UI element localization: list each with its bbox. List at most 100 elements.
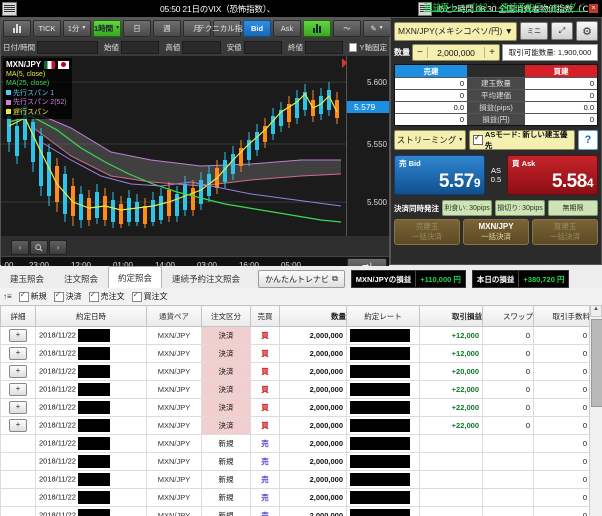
th-fee[interactable]: 取引手数料 (533, 305, 591, 327)
row-exec-date: 2018/11/22 (35, 416, 147, 435)
table-row[interactable]: +2018/11/22MXN/JPY決済買2,000,000+22,000002… (0, 398, 602, 417)
quantity-increase-button[interactable]: + (484, 47, 499, 58)
table-row[interactable]: +2018/11/22MXN/JPY決済買2,000,000+22,000002… (0, 416, 602, 435)
th-buy-sell[interactable]: 売買 (250, 305, 280, 327)
close-sell-positions-button[interactable]: 売建玉 一括決済 (394, 219, 460, 245)
technical-indicator-menu[interactable]: テクニカル指標▼ (197, 19, 257, 37)
filter-buy-order[interactable]: 買注文 (131, 290, 168, 302)
sort-icon[interactable]: ↑≡ (3, 292, 12, 301)
tab-reserved-orders[interactable]: 連続予約注文照会 (162, 268, 250, 288)
row-detail-cell[interactable]: + (0, 398, 36, 417)
row-detail-cell[interactable]: + (0, 416, 36, 435)
table-row[interactable]: +2018/11/22MXN/JPY決済買2,000,000+12,000002… (0, 326, 602, 345)
currency-pair-select[interactable]: MXN/JPY(メキシコペソ/円) ▼ (394, 21, 517, 41)
close-buy-positions-button[interactable]: 買建玉 一括決済 (532, 219, 598, 245)
row-detail-cell[interactable]: + (0, 344, 36, 363)
table-row[interactable]: 2018/11/22MXN/JPY新規売2,000,00002018/11/22 (0, 506, 602, 516)
expand-icon[interactable]: ⤢ (551, 22, 573, 40)
th-detail[interactable]: 詳細 (0, 305, 36, 327)
table-row[interactable]: 2018/11/22MXN/JPY新規売2,000,00002018/11/22 (0, 452, 602, 471)
expiry-button[interactable]: 無期限 (548, 200, 598, 216)
chart-ask-toggle[interactable]: Ask (273, 19, 301, 37)
row-detail-cell[interactable] (0, 452, 36, 471)
news-list-icon[interactable] (2, 1, 17, 16)
datetime-value (37, 40, 98, 54)
buy-value: 0 (525, 114, 597, 125)
close-all-positions-button[interactable]: MXN/JPY 一括決済 (463, 219, 529, 245)
close-icon[interactable]: × (589, 4, 598, 13)
expand-row-button[interactable]: + (9, 401, 27, 414)
help-button[interactable]: ? (578, 130, 598, 150)
ask-button[interactable]: 買 Ask 5.584 (507, 155, 598, 195)
quantity-decrease-button[interactable]: − (413, 47, 428, 58)
promo-link[interactable]: 利益率トップは？＼連続予約ランキング／ (424, 1, 585, 13)
timeframe-1min[interactable]: 1分 ▼ (63, 19, 91, 37)
tab-positions[interactable]: 建玉照会 (0, 268, 54, 288)
table-scrollbar[interactable]: ▲ (589, 305, 602, 516)
quantity-stepper[interactable]: − 2,000,000 + (412, 44, 500, 61)
expand-row-button[interactable]: + (9, 383, 27, 396)
streaming-select[interactable]: ストリーミング ▼ (394, 130, 466, 150)
table-row[interactable]: +2018/11/22MXN/JPY決済買2,000,000+22,000002… (0, 380, 602, 399)
timeframe-day[interactable]: 日 (123, 19, 151, 37)
table-row[interactable]: +2018/11/22MXN/JPY決済買2,000,000+20,000002… (0, 362, 602, 381)
th-quantity[interactable]: 数量 (279, 305, 347, 327)
candlestick-chart-icon[interactable] (303, 19, 331, 37)
as-mode-checkbox[interactable]: ASモード: 新しい建玉優先 (469, 130, 575, 150)
expand-row-button[interactable]: + (9, 365, 27, 378)
bid-button[interactable]: 売 Bid 5.579 (394, 155, 485, 195)
row-detail-cell[interactable]: + (0, 362, 36, 381)
tab-executions[interactable]: 約定照会 (108, 266, 163, 288)
th-trade-pl[interactable]: 取引損益 (419, 305, 483, 327)
trade-navi-button[interactable]: かんたんトレナビ ⧉ (258, 270, 345, 288)
timeframe-1hour[interactable]: 1時間 ▼ (93, 19, 121, 37)
row-detail-cell[interactable]: + (0, 326, 36, 345)
filter-new[interactable]: 新規 (18, 290, 47, 302)
table-row[interactable]: 2018/11/22MXN/JPY新規売2,000,00002018/11/22 (0, 434, 602, 453)
drawing-tool-icon[interactable]: ✎ ▼ (363, 19, 391, 37)
fx-trading-app: 05:50 21日のVIX（恐怖指数）、 あと2時間 08:30 全国消費者物価… (0, 0, 602, 516)
chart-prev-button[interactable]: ‹ (11, 240, 29, 255)
chart-zoom-button[interactable] (30, 240, 48, 255)
th-pair[interactable]: 通貨ペア (146, 305, 202, 327)
row-detail-cell[interactable] (0, 470, 36, 489)
row-buy-sell: 売 (250, 452, 280, 471)
mini-mode-button[interactable]: ミニ (520, 22, 548, 40)
table-row[interactable]: 2018/11/22MXN/JPY新規売2,000,00002018/11/22 (0, 470, 602, 489)
quantity-input[interactable]: 2,000,000 (428, 48, 484, 58)
gear-icon[interactable]: ⚙ (576, 21, 598, 41)
row-detail-cell[interactable] (0, 488, 36, 507)
ask-label: 買 Ask (512, 159, 536, 168)
tab-orders[interactable]: 注文照会 (54, 268, 108, 288)
chart-type-bar-icon[interactable] (3, 19, 31, 37)
filter-sell-order[interactable]: 売注文 (88, 290, 125, 302)
expand-row-button[interactable]: + (9, 419, 27, 432)
expand-row-button[interactable]: + (9, 347, 27, 360)
scroll-up-icon[interactable]: ▲ (590, 305, 602, 317)
bid-price-pip: 9 (473, 176, 481, 190)
timeframe-tick[interactable]: TICK (33, 19, 61, 37)
row-pair: MXN/JPY (146, 326, 202, 345)
row-detail-cell[interactable] (0, 434, 36, 453)
executions-table-wrap[interactable]: 詳細 約定日時 通貨ペア 注文区分 売買 数量 約定レート 取引損益 スワップ … (0, 305, 602, 516)
expand-row-button[interactable]: + (9, 329, 27, 342)
th-exec-date[interactable]: 約定日時 (35, 305, 147, 327)
chart-plot-area[interactable]: MXN/JPY MA(5, close) MA(25, close) 先行スパン… (1, 56, 389, 236)
filter-settle[interactable]: 決済 (53, 290, 82, 302)
yaxis-fix-checkbox[interactable] (349, 42, 358, 52)
streaming-row: ストリーミング ▼ ASモード: 新しい建玉優先 ? (394, 130, 598, 150)
scrollbar-thumb[interactable] (591, 319, 602, 407)
th-swap[interactable]: スワップ (482, 305, 534, 327)
chart-next-button[interactable]: › (49, 240, 67, 255)
row-detail-cell[interactable] (0, 506, 36, 516)
take-profit-button[interactable]: 利食い: 30pips (442, 200, 492, 216)
row-detail-cell[interactable]: + (0, 380, 36, 399)
chart-bid-toggle[interactable]: Bid (243, 19, 271, 37)
th-order-type[interactable]: 注文区分 (201, 305, 251, 327)
line-chart-icon[interactable]: 〜 (333, 19, 361, 37)
timeframe-week[interactable]: 週 (153, 19, 181, 37)
table-row[interactable]: +2018/11/22MXN/JPY決済買2,000,000+12,000002… (0, 344, 602, 363)
stop-loss-button[interactable]: 損切り: 30pips (495, 200, 545, 216)
th-exec-rate[interactable]: 約定レート (346, 305, 420, 327)
table-row[interactable]: 2018/11/22MXN/JPY新規売2,000,00002018/11/22 (0, 488, 602, 507)
